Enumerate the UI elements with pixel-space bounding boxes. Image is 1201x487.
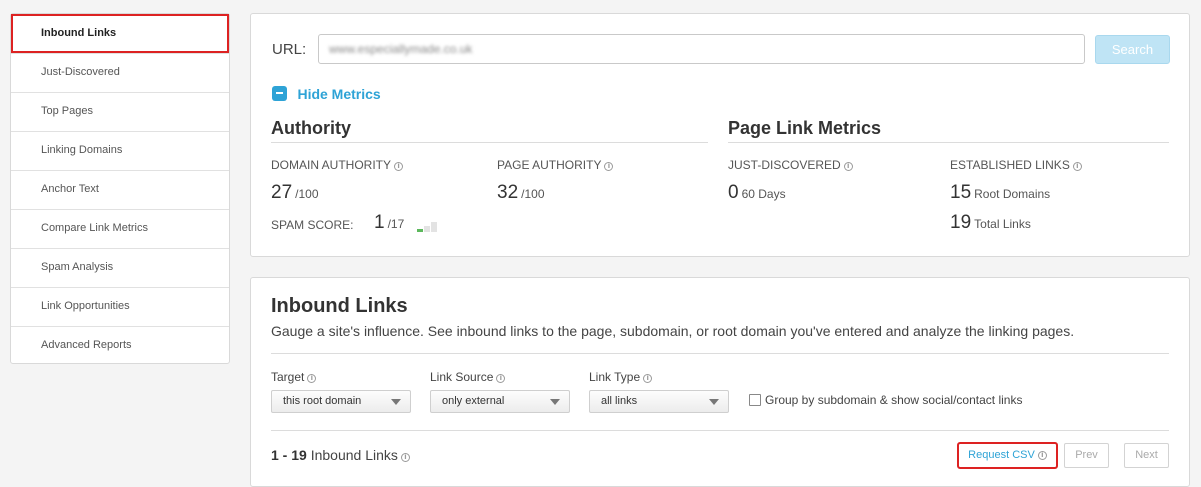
sidebar-item-anchor-text[interactable]: Anchor Text xyxy=(11,170,229,209)
root-domains-value: 15 Root Domains xyxy=(950,182,1051,203)
link-source-select[interactable]: only external xyxy=(430,390,570,413)
link-type-select[interactable]: all links xyxy=(589,390,729,413)
info-icon[interactable]: i xyxy=(604,162,614,171)
divider xyxy=(271,430,1169,431)
authority-divider xyxy=(271,142,708,143)
chevron-down-icon xyxy=(709,399,719,405)
spam-score-value: 1/17 xyxy=(374,212,405,233)
sidebar-item-link-opportunities[interactable]: Link Opportunities xyxy=(11,287,229,326)
page-link-divider xyxy=(728,142,1169,143)
next-button[interactable]: Next xyxy=(1124,443,1169,468)
total-links-value: 19 Total Links xyxy=(950,212,1031,233)
sidebar-item-inbound-links[interactable]: Inbound Links xyxy=(11,14,229,53)
collapse-icon xyxy=(272,86,287,102)
spam-score-label: SPAM SCORE: xyxy=(271,218,354,232)
chevron-down-icon xyxy=(391,399,401,405)
info-icon[interactable]: i xyxy=(496,374,506,383)
link-source-label: Link Source i xyxy=(430,370,506,384)
info-icon[interactable]: i xyxy=(307,374,317,383)
group-by-subdomain-option[interactable]: Group by subdomain & show social/contact… xyxy=(749,393,1022,407)
just-discovered-label: JUST-DISCOVERED i xyxy=(728,158,853,172)
sidebar-nav: Inbound Links Just-Discovered Top Pages … xyxy=(10,13,230,364)
url-input[interactable]: www.especiallymade.co.uk xyxy=(318,34,1085,64)
sidebar-item-advanced-reports[interactable]: Advanced Reports xyxy=(11,326,229,365)
page-authority-value: 32/100 xyxy=(497,182,545,203)
sidebar-item-linking-domains[interactable]: Linking Domains xyxy=(11,131,229,170)
url-input-value: www.especiallymade.co.uk xyxy=(329,42,473,56)
spam-score-bars-icon xyxy=(417,222,441,232)
inbound-links-title: Inbound Links xyxy=(271,295,408,317)
domain-authority-label: DOMAIN AUTHORITY i xyxy=(271,158,404,172)
group-by-subdomain-checkbox[interactable] xyxy=(749,394,761,406)
authority-title: Authority xyxy=(271,118,351,138)
established-links-label: ESTABLISHED LINKS i xyxy=(950,158,1082,172)
just-discovered-value: 0 60 Days xyxy=(728,182,786,203)
info-icon[interactable]: i xyxy=(400,453,410,462)
url-label: URL: xyxy=(272,41,307,58)
results-count: 1 - 19 Inbound Links i xyxy=(271,447,410,463)
chevron-down-icon xyxy=(550,399,560,405)
info-icon[interactable]: i xyxy=(643,374,653,383)
sidebar-item-top-pages[interactable]: Top Pages xyxy=(11,92,229,131)
divider xyxy=(271,353,1169,354)
target-select[interactable]: this root domain xyxy=(271,390,411,413)
page-authority-label: PAGE AUTHORITY i xyxy=(497,158,614,172)
target-label: Target i xyxy=(271,370,317,384)
metrics-panel: URL: www.especiallymade.co.uk Search Hid… xyxy=(250,13,1190,257)
inbound-links-panel: Inbound Links Gauge a site's influence. … xyxy=(250,277,1190,487)
search-button[interactable]: Search xyxy=(1095,35,1170,64)
info-icon[interactable]: i xyxy=(843,162,853,171)
inbound-links-description: Gauge a site's influence. See inbound li… xyxy=(271,323,1075,339)
info-icon[interactable]: i xyxy=(394,162,404,171)
domain-authority-value: 27/100 xyxy=(271,182,319,203)
sidebar-item-spam-analysis[interactable]: Spam Analysis xyxy=(11,248,229,287)
hide-metrics-label: Hide Metrics xyxy=(297,85,381,102)
prev-button[interactable]: Prev xyxy=(1064,443,1109,468)
sidebar-item-just-discovered[interactable]: Just-Discovered xyxy=(11,53,229,92)
link-type-label: Link Type i xyxy=(589,370,653,384)
sidebar-item-compare-link-metrics[interactable]: Compare Link Metrics xyxy=(11,209,229,248)
info-icon: i xyxy=(1037,451,1047,460)
page-link-metrics-title: Page Link Metrics xyxy=(728,118,882,138)
info-icon[interactable]: i xyxy=(1072,162,1082,171)
request-csv-button[interactable]: Request CSV i xyxy=(957,442,1058,469)
hide-metrics-toggle[interactable]: Hide Metrics xyxy=(272,85,381,102)
